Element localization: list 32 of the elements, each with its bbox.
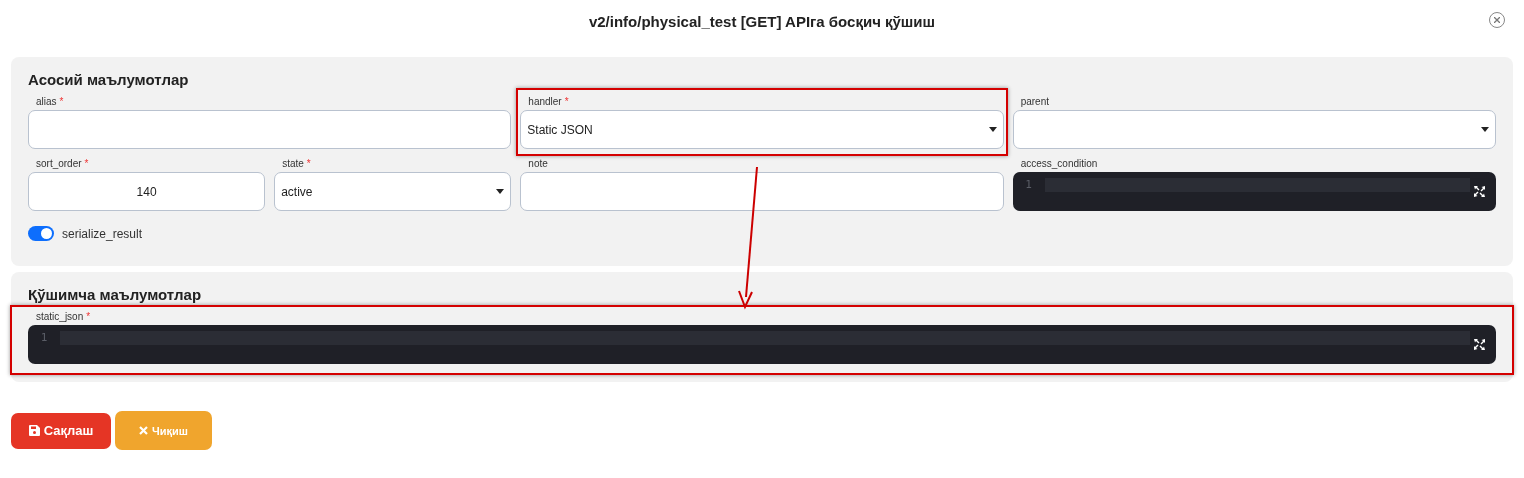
caret-icon	[1481, 127, 1489, 132]
section-heading: Асосий маълумотлар	[28, 71, 190, 88]
field-label: handler *	[528, 96, 570, 109]
field-label: static_json *	[36, 311, 92, 324]
caret-icon	[496, 189, 505, 194]
select-field[interactable]: active	[274, 172, 512, 211]
field-label: note	[528, 158, 549, 171]
select-field[interactable]: Static JSON	[520, 110, 1004, 149]
save-icon	[28, 425, 40, 436]
save-button[interactable]: Сақлаш	[11, 412, 111, 449]
close-icon[interactable]	[1489, 12, 1505, 28]
field-label: parent	[1020, 96, 1050, 109]
field-label: state *	[282, 158, 312, 171]
toggle-label: serialize_result	[62, 226, 143, 241]
expand-icon[interactable]	[1474, 339, 1485, 350]
input-field[interactable]	[520, 172, 1004, 211]
line-number: 1	[39, 331, 49, 345]
field-label: access_condition	[1020, 158, 1099, 171]
expand-icon[interactable]	[1474, 186, 1485, 197]
field-label: sort_order *	[36, 158, 90, 171]
code-editor[interactable]: 1	[28, 325, 1496, 364]
select-field[interactable]	[1012, 110, 1496, 149]
close-icon	[139, 426, 149, 435]
field-label: alias *	[36, 96, 65, 109]
line-number: 1	[1024, 178, 1033, 192]
number-field[interactable]: 140	[28, 172, 266, 211]
input-field[interactable]	[28, 110, 512, 149]
toggle-switch[interactable]	[28, 226, 54, 241]
section-heading: Қўшимча маълумотлар	[28, 286, 203, 303]
caret-icon	[988, 127, 997, 132]
code-editor[interactable]: 1	[1012, 172, 1496, 211]
dialog-title: v2/info/physical_test [GET] APIга босқич қўшиш	[588, 13, 936, 30]
